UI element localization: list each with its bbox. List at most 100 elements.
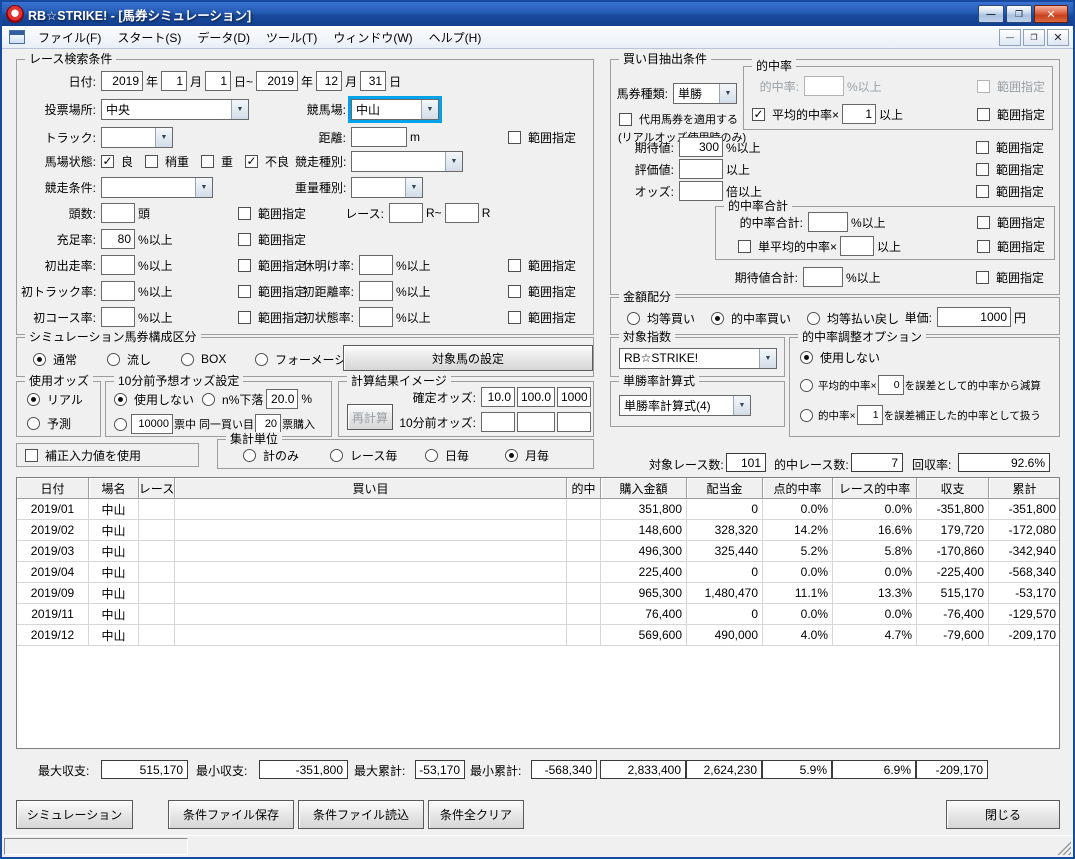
column-header[interactable]: レース	[139, 478, 175, 499]
maximize-button[interactable]	[1006, 5, 1032, 23]
table-row[interactable]: 2019/09 中山 965,300 1,480,470 11.1% 13.3% 515,1…	[17, 583, 1059, 604]
hit-rate-buy-radio[interactable]	[711, 311, 724, 325]
single-avg-hit-rate-checkbox[interactable]	[738, 239, 751, 253]
table-row[interactable]: 2019/12 中山 569,600 490,000 4.0% 4.7% -79,600 -2…	[17, 625, 1059, 646]
load-condition-file-button[interactable]: 条件ファイル読込	[298, 800, 424, 829]
equal-buy-radio[interactable]	[627, 311, 640, 325]
date-from-month-input[interactable]	[161, 71, 188, 91]
column-header[interactable]: 累計	[989, 478, 1059, 499]
forecast-not-use-radio[interactable]	[114, 392, 127, 406]
table-row[interactable]: 2019/03 中山 496,300 325,440 5.2% 5.8% -170,860-…	[17, 541, 1059, 562]
column-header[interactable]: 的中	[567, 478, 601, 499]
real-odds-radio[interactable]	[27, 392, 40, 406]
mdi-close-button[interactable]	[1047, 28, 1069, 46]
votes-buy-input[interactable]	[255, 414, 282, 434]
expected-value-input[interactable]	[679, 137, 723, 157]
odds-input[interactable]	[679, 181, 723, 201]
fixed-odds-input-1[interactable]	[481, 387, 515, 407]
range-checkbox[interactable]	[977, 239, 990, 253]
correction-input-checkbox[interactable]	[25, 448, 38, 462]
table-row[interactable]: 2019/01 中山 351,800 0 0.0% 0.0% -351,800 -351,80…	[17, 499, 1059, 520]
range-checkbox[interactable]	[238, 232, 251, 246]
fill-rate-input[interactable]	[101, 229, 135, 249]
table-row[interactable]: 2019/04 中山 225,400 0 0.0% 0.0% -225,400 -568,34…	[17, 562, 1059, 583]
equal-payout-radio[interactable]	[807, 311, 820, 325]
adjust-avg-input[interactable]	[877, 375, 904, 395]
ground-slightly-heavy-checkbox[interactable]	[145, 154, 159, 168]
close-button[interactable]	[1034, 5, 1068, 23]
date-to-month-input[interactable]	[316, 71, 343, 91]
column-header[interactable]: 購入金額	[601, 478, 687, 499]
range-checkbox[interactable]	[238, 258, 251, 272]
range-checkbox[interactable]	[977, 107, 990, 121]
votes-radio[interactable]	[114, 417, 127, 431]
range-checkbox[interactable]	[508, 310, 521, 324]
adjust-not-use-radio[interactable]	[800, 350, 813, 364]
rest-return-rate-input[interactable]	[359, 255, 393, 275]
race-type-combobox[interactable]	[351, 150, 463, 172]
predicted-odds-radio[interactable]	[27, 416, 40, 430]
date-from-day-input[interactable]	[205, 71, 232, 91]
clear-all-conditions-button[interactable]: 条件全クリア	[428, 800, 524, 829]
ground-heavy-checkbox[interactable]	[201, 154, 215, 168]
range-checkbox[interactable]	[976, 270, 989, 284]
ground-bad-checkbox[interactable]	[245, 154, 259, 168]
resize-grip[interactable]	[1057, 838, 1071, 855]
first-run-rate-input[interactable]	[101, 255, 135, 275]
first-distance-rate-input[interactable]	[359, 281, 393, 301]
adjust-hit-input[interactable]	[856, 405, 883, 425]
race-condition-combobox[interactable]	[101, 176, 213, 198]
column-header[interactable]: 収支	[917, 478, 989, 499]
voting-place-combobox[interactable]: 中央	[101, 98, 249, 120]
distance-input[interactable]	[351, 127, 407, 147]
track-combobox[interactable]	[101, 126, 173, 148]
menu-file[interactable]: ファイル(F)	[30, 26, 109, 49]
single-avg-hit-rate-input[interactable]	[840, 236, 875, 256]
close-dialog-button[interactable]: 閉じる	[946, 800, 1060, 829]
box-radio[interactable]	[181, 352, 194, 366]
simulation-button[interactable]: シミュレーション	[16, 800, 133, 829]
menu-tools[interactable]: ツール(T)	[258, 26, 325, 49]
menu-help[interactable]: ヘルプ(H)	[421, 26, 490, 49]
fixed-odds-input-3[interactable]	[557, 387, 591, 407]
before-odds-input-1[interactable]	[481, 412, 515, 432]
ticket-type-combobox[interactable]: 単勝	[673, 82, 737, 104]
substitute-ticket-checkbox[interactable]	[619, 112, 632, 126]
nagashi-radio[interactable]	[107, 352, 120, 366]
first-track-rate-input[interactable]	[101, 281, 135, 301]
column-header[interactable]: 点的中率	[763, 478, 833, 499]
racecourse-combobox[interactable]: 中山	[348, 95, 442, 123]
heads-input[interactable]	[101, 203, 135, 223]
range-checkbox[interactable]	[976, 184, 989, 198]
per-day-radio[interactable]	[425, 448, 438, 462]
menu-data[interactable]: データ(D)	[189, 26, 258, 49]
votes-input[interactable]	[131, 414, 173, 434]
race-number-from-input[interactable]	[389, 203, 423, 223]
hit-rate-total-input[interactable]	[808, 212, 848, 232]
range-checkbox[interactable]	[976, 162, 989, 176]
evaluation-value-input[interactable]	[679, 159, 723, 179]
range-checkbox[interactable]	[508, 258, 521, 272]
normal-radio[interactable]	[33, 352, 46, 366]
expected-total-input[interactable]	[803, 267, 843, 287]
before-odds-input-2[interactable]	[517, 412, 555, 432]
range-checkbox[interactable]	[238, 310, 251, 324]
column-header[interactable]: 日付	[17, 478, 89, 499]
column-header[interactable]: 配当金	[687, 478, 763, 499]
column-header[interactable]: 場名	[89, 478, 139, 499]
minimize-button[interactable]	[978, 5, 1004, 23]
range-checkbox[interactable]	[508, 284, 521, 298]
mdi-minimize-button[interactable]	[999, 28, 1021, 46]
percent-drop-input[interactable]	[266, 389, 299, 409]
adjust-avg-radio[interactable]	[800, 378, 813, 392]
target-index-combobox[interactable]: RB☆STRIKE!	[619, 347, 777, 369]
first-course-rate-input[interactable]	[101, 307, 135, 327]
range-checkbox[interactable]	[238, 284, 251, 298]
percent-drop-radio[interactable]	[202, 392, 216, 406]
fixed-odds-input-2[interactable]	[517, 387, 555, 407]
first-state-rate-input[interactable]	[359, 307, 393, 327]
mdi-child-icon[interactable]	[9, 30, 25, 44]
mdi-restore-button[interactable]	[1023, 28, 1045, 46]
table-row[interactable]: 2019/02 中山 148,600 328,320 14.2% 16.6% 179,720…	[17, 520, 1059, 541]
unit-price-input[interactable]	[937, 307, 1011, 327]
